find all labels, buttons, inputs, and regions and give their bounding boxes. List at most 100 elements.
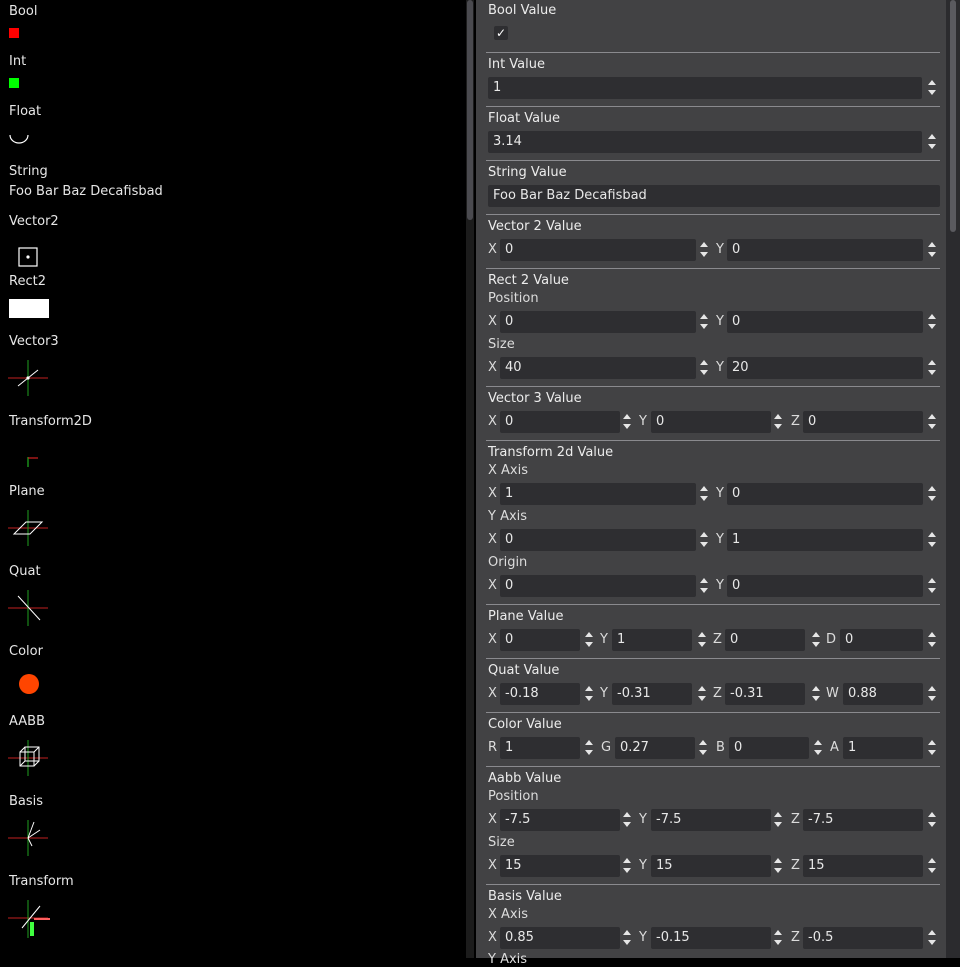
basis-xaxis-x-spinner[interactable] xyxy=(622,927,632,949)
vector3-y-spinner[interactable] xyxy=(773,411,783,433)
aabb-position-x-spinner[interactable] xyxy=(622,809,632,831)
axis-label-z: Z xyxy=(791,930,800,945)
aabb-size-x-spinner[interactable] xyxy=(622,855,632,877)
vector3-x-spinner[interactable] xyxy=(622,411,632,433)
rect2-position-x-spinner[interactable] xyxy=(699,311,709,333)
quat-y-spinner[interactable] xyxy=(697,683,707,705)
aabb-position-x-field[interactable]: -7.5 xyxy=(500,809,620,831)
quat-x-spinner[interactable] xyxy=(584,683,594,705)
plane-x-spinner[interactable] xyxy=(584,629,594,651)
transform2d-origin-x-field[interactable]: 0 xyxy=(500,575,696,597)
vector3-y-field[interactable]: 0 xyxy=(651,411,771,433)
plane-y-spinner[interactable] xyxy=(697,629,707,651)
inspector-scrollbar[interactable] xyxy=(946,0,960,958)
int-value-title: Int Value xyxy=(488,57,546,72)
quat-z-field[interactable]: -0.31 xyxy=(725,683,805,705)
rect2-position-y-field[interactable]: 0 xyxy=(727,311,923,333)
rect2-size-x-field[interactable]: 40 xyxy=(500,357,696,379)
color-b-field[interactable]: 0 xyxy=(729,737,809,759)
quat-x-field[interactable]: -0.18 xyxy=(500,683,580,705)
vector3-z-field[interactable]: 0 xyxy=(803,411,923,433)
aabb-position-y-spinner[interactable] xyxy=(773,809,783,831)
string-value-field[interactable]: Foo Bar Baz Decafisbad xyxy=(488,185,940,207)
color-r-field[interactable]: 1 xyxy=(500,737,580,759)
plane-y-field[interactable]: 1 xyxy=(612,629,692,651)
aabb-position-y-field[interactable]: -7.5 xyxy=(651,809,771,831)
transform2d-yaxis-x-spinner[interactable] xyxy=(699,529,709,551)
plane-z-spinner[interactable] xyxy=(811,629,821,651)
rect2-position-y-spinner[interactable] xyxy=(927,311,937,333)
basis-yaxis-label: Y Axis xyxy=(488,952,528,967)
axis-label-y: Y xyxy=(716,578,724,593)
vector2-label: Vector2 xyxy=(9,214,59,229)
aabb-size-y-field[interactable]: 15 xyxy=(651,855,771,877)
color-r-spinner[interactable] xyxy=(584,737,594,759)
inspector-scrollbar-grabber[interactable] xyxy=(950,0,956,232)
transform2d-xaxis-y-spinner[interactable] xyxy=(927,483,937,505)
aabb-size-z-spinner[interactable] xyxy=(927,855,937,877)
color-a-spinner[interactable] xyxy=(927,737,937,759)
int-value-field[interactable]: 1 xyxy=(488,77,922,99)
color-a-field[interactable]: 1 xyxy=(843,737,923,759)
transform2d-xaxis-x-spinner[interactable] xyxy=(699,483,709,505)
axis-label-z: Z xyxy=(791,414,800,429)
bool-checkbox[interactable]: ✓ xyxy=(494,26,508,40)
transform2d-origin-y-spinner[interactable] xyxy=(927,575,937,597)
color-value-title: Color Value xyxy=(488,717,562,732)
plane-x-field[interactable]: 0 xyxy=(500,629,580,651)
plane-z-field[interactable]: 0 xyxy=(725,629,805,651)
color-b-spinner[interactable] xyxy=(813,737,823,759)
transform2d-origin-y-field[interactable]: 0 xyxy=(727,575,923,597)
aabb-position-z-spinner[interactable] xyxy=(927,809,937,831)
color-g-spinner[interactable] xyxy=(698,737,708,759)
float-spinner-arrows[interactable] xyxy=(927,131,937,153)
vector2-y-field[interactable]: 0 xyxy=(727,239,923,261)
left-scrollbar[interactable] xyxy=(466,0,474,958)
axis-label-x: X xyxy=(488,632,497,647)
plane-d-spinner[interactable] xyxy=(927,629,937,651)
aabb-size-y-spinner[interactable] xyxy=(773,855,783,877)
transform2d-xaxis-y-field[interactable]: 0 xyxy=(727,483,923,505)
basis-xaxis-y-spinner[interactable] xyxy=(773,927,783,949)
aabb-size-z-field[interactable]: 15 xyxy=(803,855,923,877)
vector2-value-title: Vector 2 Value xyxy=(488,219,582,234)
rect2-size-y-spinner[interactable] xyxy=(927,357,937,379)
channel-label-b: B xyxy=(716,740,725,755)
vector2-y-spinner[interactable] xyxy=(927,239,937,261)
rect2-size-x-spinner[interactable] xyxy=(699,357,709,379)
basis-xaxis-x-field[interactable]: 0.85 xyxy=(500,927,620,949)
rect2-size-y-field[interactable]: 20 xyxy=(727,357,923,379)
basis-xaxis-z-spinner[interactable] xyxy=(927,927,937,949)
transform2d-yaxis-y-field[interactable]: 1 xyxy=(727,529,923,551)
vector2-x-field[interactable]: 0 xyxy=(500,239,696,261)
basis-xaxis-y-field[interactable]: -0.15 xyxy=(651,927,771,949)
vector3-z-spinner[interactable] xyxy=(927,411,937,433)
vector3-x-field[interactable]: 0 xyxy=(500,411,620,433)
transform-label: Transform xyxy=(9,874,74,889)
quat-w-field[interactable]: 0.88 xyxy=(843,683,923,705)
axis-label-x: X xyxy=(488,858,497,873)
int-spinner-arrows[interactable] xyxy=(927,77,937,99)
color-g-field[interactable]: 0.27 xyxy=(615,737,695,759)
float-value-field[interactable]: 3.14 xyxy=(488,131,922,153)
transform2d-origin-x-spinner[interactable] xyxy=(699,575,709,597)
quat-y-field[interactable]: -0.31 xyxy=(612,683,692,705)
basis-xaxis-z-field[interactable]: -0.5 xyxy=(803,927,923,949)
transform2d-xaxis-x-field[interactable]: 1 xyxy=(500,483,696,505)
aabb-value-title: Aabb Value xyxy=(488,771,562,786)
aabb-size-x-field[interactable]: 15 xyxy=(500,855,620,877)
axis-label-x: X xyxy=(488,578,497,593)
plane-d-field[interactable]: 0 xyxy=(840,629,923,651)
axis-label-y: Y xyxy=(639,812,647,827)
vector2-x-spinner[interactable] xyxy=(699,239,709,261)
quat-z-spinner[interactable] xyxy=(811,683,821,705)
rect2-position-x-field[interactable]: 0 xyxy=(500,311,696,333)
axis-label-y: Y xyxy=(716,486,724,501)
transform2d-yaxis-y-spinner[interactable] xyxy=(927,529,937,551)
separator xyxy=(486,712,940,713)
aabb-position-z-field[interactable]: -7.5 xyxy=(803,809,923,831)
transform2d-yaxis-x-field[interactable]: 0 xyxy=(500,529,696,551)
left-scrollbar-grabber[interactable] xyxy=(467,0,473,220)
float-value-title: Float Value xyxy=(488,111,560,126)
quat-w-spinner[interactable] xyxy=(927,683,937,705)
